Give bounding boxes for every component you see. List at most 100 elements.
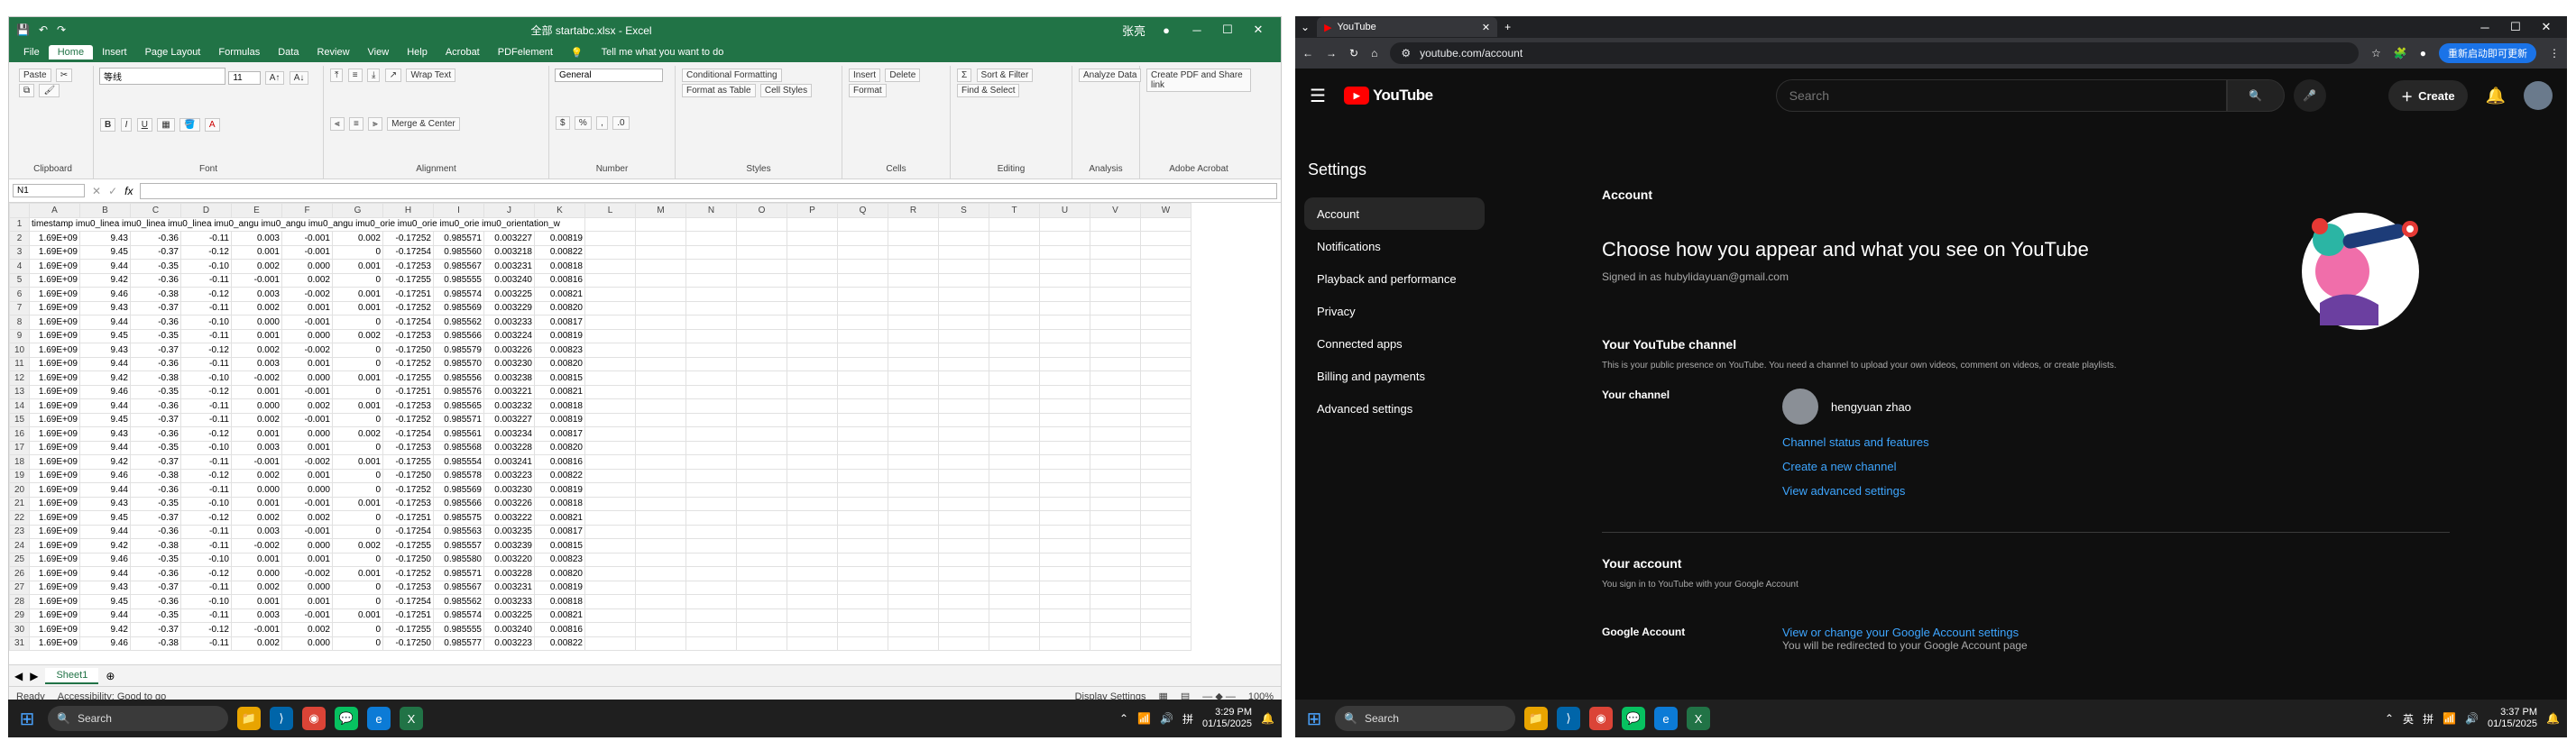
cell[interactable]	[938, 510, 989, 526]
cell[interactable]: 0.00821	[534, 384, 585, 399]
cell[interactable]	[1090, 510, 1141, 526]
cell[interactable]: 1.69E+09	[29, 496, 80, 511]
minimize-icon[interactable]: ─	[2470, 21, 2500, 34]
cell[interactable]: -0.17253	[382, 259, 434, 274]
cell[interactable]	[584, 594, 636, 609]
cell[interactable]	[1090, 244, 1141, 260]
cell[interactable]: -0.38	[130, 636, 181, 651]
cell[interactable]	[685, 440, 737, 455]
cell[interactable]: 0.00819	[534, 328, 585, 343]
cell[interactable]	[1039, 328, 1090, 343]
column-header[interactable]: O	[736, 203, 787, 218]
cell[interactable]	[1090, 552, 1141, 567]
cell[interactable]	[888, 328, 939, 343]
format-button[interactable]: Format	[849, 84, 887, 97]
sheet-tab[interactable]: Sheet1	[45, 667, 99, 684]
cell[interactable]	[584, 231, 636, 246]
cell[interactable]	[736, 231, 787, 246]
cell[interactable]	[938, 622, 989, 637]
cell[interactable]: 0.003230	[483, 356, 535, 371]
cell[interactable]: -0.002	[281, 454, 333, 470]
number-format-select[interactable]: General	[555, 69, 663, 82]
fill-color-icon[interactable]: 🪣	[179, 118, 200, 132]
cell[interactable]	[888, 510, 939, 526]
cell[interactable]: -0.10	[180, 594, 232, 609]
cell[interactable]: 9.42	[79, 272, 131, 288]
sidebar-item-account[interactable]: Account	[1304, 197, 1485, 230]
taskbar-search[interactable]: 🔍 Search	[1335, 706, 1515, 731]
cell[interactable]: -0.35	[130, 552, 181, 567]
cell[interactable]	[787, 370, 838, 386]
cell[interactable]: -0.17250	[382, 636, 434, 651]
cell[interactable]	[837, 608, 888, 623]
cell[interactable]: 9.43	[79, 496, 131, 511]
cell[interactable]: 0.985575	[433, 510, 484, 526]
cell[interactable]: -0.17254	[382, 315, 434, 330]
cell[interactable]	[837, 468, 888, 483]
cell[interactable]: 0.985561	[433, 426, 484, 442]
cell[interactable]: 0.00821	[534, 510, 585, 526]
home-icon[interactable]: ⌂	[1371, 47, 1377, 59]
hamburger-menu-icon[interactable]: ☰	[1310, 85, 1326, 107]
cell[interactable]: -0.17254	[382, 244, 434, 260]
cell[interactable]	[1090, 216, 1141, 232]
cell[interactable]	[685, 454, 737, 470]
bookmark-star-icon[interactable]: ☆	[2371, 47, 2381, 59]
minimize-icon[interactable]: ─	[1182, 23, 1212, 37]
cell[interactable]: -0.37	[130, 244, 181, 260]
cell[interactable]: 0.003	[231, 608, 282, 623]
cell[interactable]: -0.17252	[382, 231, 434, 246]
bold-button[interactable]: B	[100, 118, 116, 132]
cell[interactable]	[685, 412, 737, 427]
underline-button[interactable]: U	[136, 118, 152, 132]
cell[interactable]	[635, 412, 686, 427]
cell[interactable]	[635, 440, 686, 455]
cell[interactable]	[1090, 315, 1141, 330]
file-explorer-icon[interactable]: 📁	[237, 707, 261, 730]
cell[interactable]	[938, 524, 989, 539]
cell[interactable]	[989, 287, 1040, 302]
cell[interactable]	[635, 370, 686, 386]
cell[interactable]: 0.00822	[534, 468, 585, 483]
cell[interactable]: 0.003239	[483, 538, 535, 553]
excel-taskbar-icon[interactable]: X	[400, 707, 423, 730]
cell[interactable]: 1.69E+09	[29, 412, 80, 427]
cell[interactable]: -0.001	[281, 315, 333, 330]
cell[interactable]: 0.002	[231, 636, 282, 651]
cell[interactable]	[1090, 300, 1141, 316]
row-header[interactable]: 30	[9, 622, 30, 637]
cell[interactable]: -0.10	[180, 370, 232, 386]
cell[interactable]: 0.003	[231, 287, 282, 302]
cell[interactable]	[685, 259, 737, 274]
merge-center-button[interactable]: Merge & Center	[387, 116, 460, 131]
cell[interactable]	[837, 496, 888, 511]
cell[interactable]: 1.69E+09	[29, 300, 80, 316]
cell[interactable]: 0.001	[231, 496, 282, 511]
cell[interactable]	[1039, 580, 1090, 595]
cell[interactable]	[635, 216, 686, 232]
new-tab-icon[interactable]: +	[1504, 21, 1511, 33]
cell[interactable]: -0.17252	[382, 300, 434, 316]
cell[interactable]	[938, 370, 989, 386]
cell[interactable]: 0.00818	[534, 496, 585, 511]
column-header[interactable]: G	[332, 203, 383, 218]
volume-icon[interactable]: 🔊	[1160, 712, 1173, 725]
cell[interactable]: -0.37	[130, 510, 181, 526]
cell[interactable]	[888, 454, 939, 470]
cell[interactable]: 1.69E+09	[29, 454, 80, 470]
cell[interactable]	[1090, 636, 1141, 651]
cell[interactable]: 0.985565	[433, 398, 484, 414]
cell[interactable]	[989, 552, 1040, 567]
cell[interactable]	[1140, 440, 1191, 455]
comma-icon[interactable]: ,	[596, 116, 608, 130]
tab-insert[interactable]: Insert	[93, 45, 136, 59]
cell[interactable]: 9.44	[79, 482, 131, 498]
cell[interactable]: 0.003232	[483, 398, 535, 414]
cell[interactable]	[584, 510, 636, 526]
column-header[interactable]: U	[1039, 203, 1090, 218]
cell[interactable]	[584, 244, 636, 260]
cell[interactable]	[989, 384, 1040, 399]
cut-icon[interactable]: ✂	[55, 69, 73, 82]
cell[interactable]: 0.001	[231, 328, 282, 343]
cell[interactable]	[938, 231, 989, 246]
